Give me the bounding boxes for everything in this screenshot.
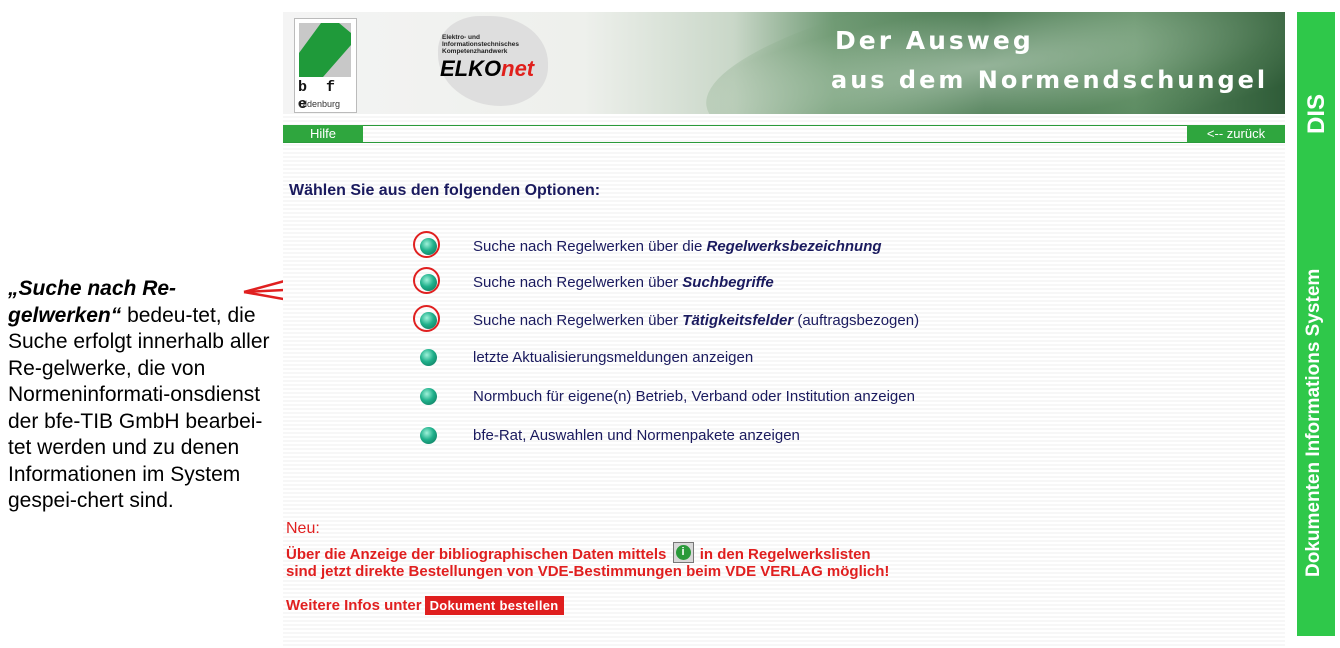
teal-ball-icon[interactable] bbox=[420, 427, 437, 444]
option-label[interactable]: letzte Aktualisierungsmeldungen anzeigen bbox=[473, 345, 753, 371]
option-label[interactable]: Normbuch für eigene(n) Betrieb, Verband … bbox=[473, 384, 915, 410]
back-link[interactable]: <-- zurück bbox=[1187, 125, 1285, 142]
option-bfe-rat[interactable]: bfe-Rat, Auswahlen und Normenpakete anze… bbox=[413, 423, 1213, 449]
option-suchbegriffe[interactable]: Suche nach Regelwerken über Suchbegriffe bbox=[413, 267, 1213, 296]
option-label[interactable]: Suche nach Regelwerken über die Regelwer… bbox=[473, 234, 882, 260]
slogan-line-2: aus dem Normendschungel bbox=[831, 66, 1269, 94]
bfe-logo-city: Oldenburg bbox=[298, 99, 341, 109]
news-line-2: sind jetzt direkte Bestellungen von VDE-… bbox=[286, 563, 890, 580]
elkonet-logo[interactable]: Elektro- und Informationstechnisches Kom… bbox=[428, 16, 573, 106]
annotation-body: bedeu-tet, die Suche erfolgt innerhalb a… bbox=[8, 303, 270, 513]
header-banner: b f e Oldenburg Elektro- und Information… bbox=[283, 12, 1285, 114]
slogan-line-1: Der Ausweg bbox=[835, 26, 1034, 55]
options-heading: Wählen Sie aus den folgenden Optionen: bbox=[289, 182, 601, 199]
elkonet-subtitle: Elektro- und Informationstechnisches Kom… bbox=[442, 34, 519, 55]
option-normbuch[interactable]: Normbuch für eigene(n) Betrieb, Verband … bbox=[413, 384, 1213, 410]
dis-sidebar: DIS Dokumenten Informations System bbox=[1297, 12, 1335, 636]
nav-bar bbox=[283, 125, 1285, 143]
option-aktualisierungsmeldungen[interactable]: letzte Aktualisierungsmeldungen anzeigen bbox=[413, 345, 1213, 371]
help-link[interactable]: Hilfe bbox=[283, 125, 363, 142]
option-label[interactable]: Suche nach Regelwerken über Suchbegriffe bbox=[473, 270, 774, 296]
bfe-logo-mark bbox=[299, 23, 351, 77]
teal-ball-icon[interactable] bbox=[420, 274, 437, 291]
main-page: b f e Oldenburg Elektro- und Information… bbox=[283, 12, 1285, 648]
option-taetigkeitsfelder[interactable]: Suche nach Regelwerken über Tätigkeitsfe… bbox=[413, 305, 1213, 334]
sidebar-title: Dokumenten Informations System bbox=[1303, 268, 1324, 577]
bfe-logo[interactable]: b f e Oldenburg bbox=[294, 18, 357, 113]
more-info: Weitere Infos unter Dokument bestellen bbox=[286, 596, 564, 615]
option-regelwerksbezeichnung[interactable]: Suche nach Regelwerken über die Regelwer… bbox=[413, 231, 1213, 260]
teal-ball-icon[interactable] bbox=[420, 312, 437, 329]
teal-ball-icon[interactable] bbox=[420, 238, 437, 255]
news-line-1: Über die Anzeige der bibliographischen D… bbox=[286, 542, 871, 563]
sidebar-abbr: DIS bbox=[1303, 93, 1330, 134]
teal-ball-icon[interactable] bbox=[420, 349, 437, 366]
news-label: Neu: bbox=[286, 520, 320, 537]
teal-ball-icon[interactable] bbox=[420, 388, 437, 405]
elkonet-name: ELKOnet bbox=[440, 56, 535, 81]
annotation-text: „Suche nach Re-gelwerken“ bedeu-tet, die… bbox=[8, 276, 270, 515]
info-icon[interactable]: i bbox=[672, 542, 694, 563]
order-document-button[interactable]: Dokument bestellen bbox=[424, 596, 564, 615]
option-label[interactable]: bfe-Rat, Auswahlen und Normenpakete anze… bbox=[473, 423, 800, 449]
option-label[interactable]: Suche nach Regelwerken über Tätigkeitsfe… bbox=[473, 308, 919, 334]
